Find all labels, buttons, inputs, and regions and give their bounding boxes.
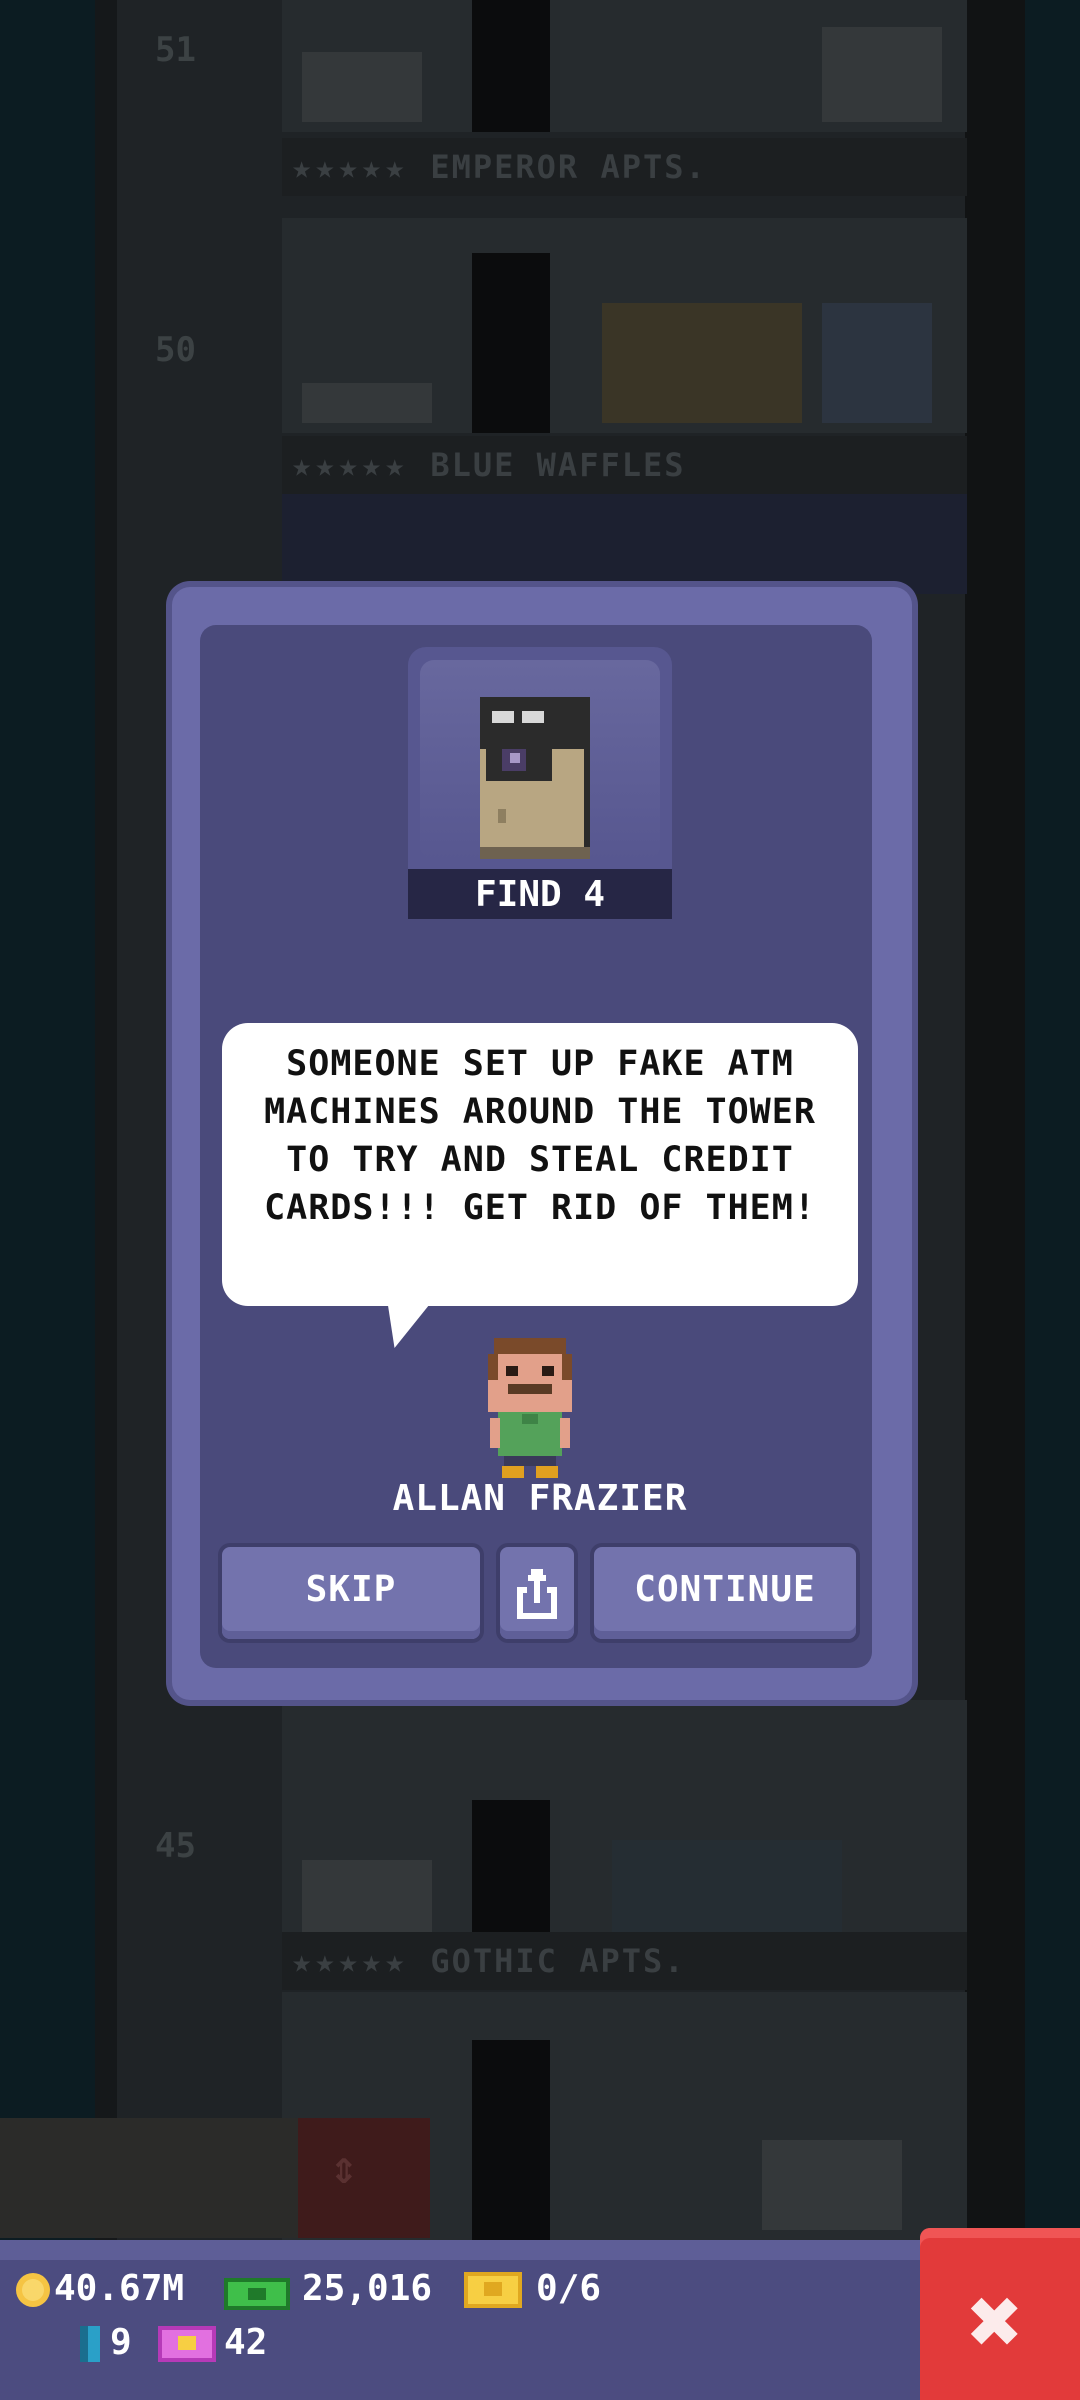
character-name: ALLAN FRAZIER <box>392 1478 688 1519</box>
elevator-control[interactable] <box>298 2118 430 2238</box>
find-count-label: FIND 4 <box>408 869 672 919</box>
skip-button[interactable]: SKIP <box>222 1547 480 1639</box>
elevator-arrows-icon: ⇕ <box>330 2140 358 2194</box>
bottom-hud <box>0 2240 925 2400</box>
vip-value: 42 <box>224 2322 268 2363</box>
golden-ticket-icon <box>464 2272 522 2308</box>
elevator-upgrade-icon <box>80 2326 100 2362</box>
share-icon <box>517 1569 557 1619</box>
floor-room[interactable] <box>282 1700 967 1960</box>
floor-number: 50 <box>155 330 196 370</box>
floor-room[interactable] <box>282 0 967 132</box>
close-icon: ✖ <box>968 2268 1024 2375</box>
tower-right-wall <box>965 0 1025 2240</box>
floor-number: 45 <box>155 1826 196 1866</box>
tickets-value: 0/6 <box>536 2268 602 2309</box>
floor-label: ★★★★★ BLUE WAFFLES <box>282 436 967 494</box>
vip-icon <box>158 2326 216 2362</box>
floor-label: ★★★★★ EMPEROR APTS. <box>282 138 967 196</box>
continue-button[interactable]: CONTINUE <box>594 1547 856 1639</box>
floor-room[interactable] <box>282 494 967 594</box>
character-sprite <box>488 1338 572 1478</box>
share-button[interactable] <box>500 1547 574 1639</box>
coin-icon <box>16 2273 50 2307</box>
bux-value: 25,016 <box>302 2268 433 2309</box>
floor-label: ★★★★★ GOTHIC APTS. <box>282 1932 967 1990</box>
floor-room[interactable] <box>282 218 967 433</box>
bux-icon <box>224 2278 290 2310</box>
tower-left-wall <box>95 0 117 2240</box>
coins-value: 40.67M <box>54 2268 185 2309</box>
floor-number: 51 <box>155 30 196 70</box>
elevator-count-value: 9 <box>110 2322 132 2363</box>
atm-machine-icon <box>480 697 590 859</box>
mission-message: SOMEONE SET UP FAKE ATM MACHINES AROUND … <box>264 1044 816 1228</box>
